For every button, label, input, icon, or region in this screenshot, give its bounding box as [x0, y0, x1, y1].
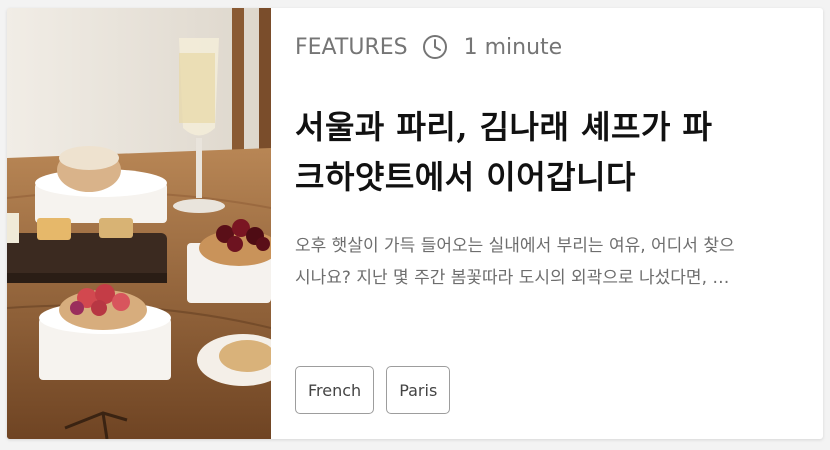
tag-french[interactable]: French — [295, 366, 375, 414]
category-label[interactable]: FEATURES — [295, 35, 408, 60]
article-excerpt-line-2: 시나요? 지난 몇 주간 봄꽃따라 도시의 외곽으로 나섰다면, … — [295, 268, 730, 288]
article-title-line-1[interactable]: 서울과 파리, 김나래 셰프가 파 — [295, 102, 795, 152]
article-excerpt: 오후 햇살이 가득 들어오는 실내에서 부리는 여유, 어디서 찾으 시나요? … — [295, 230, 803, 294]
tag-list: French Paris — [295, 366, 451, 414]
tag-paris[interactable]: Paris — [386, 366, 451, 414]
article-content: FEATURES 1 minute 서울과 파리, 김나래 셰프가 파 크하얏트… — [295, 8, 805, 439]
article-card[interactable]: FEATURES 1 minute 서울과 파리, 김나래 셰프가 파 크하얏트… — [7, 8, 823, 439]
article-title-line-2[interactable]: 크하얏트에서 이어갑니다 — [295, 152, 795, 202]
clock-icon — [422, 34, 448, 60]
read-time: 1 minute — [463, 34, 563, 60]
article-excerpt-line-1: 오후 햇살이 가득 들어오는 실내에서 부리는 여유, 어디서 찾으 — [295, 236, 735, 256]
article-photo[interactable] — [7, 8, 271, 439]
article-meta: FEATURES 1 minute — [295, 32, 562, 62]
article-title[interactable]: 서울과 파리, 김나래 셰프가 파 크하얏트에서 이어갑니다 — [295, 102, 795, 202]
pastry-table-image — [7, 8, 271, 439]
